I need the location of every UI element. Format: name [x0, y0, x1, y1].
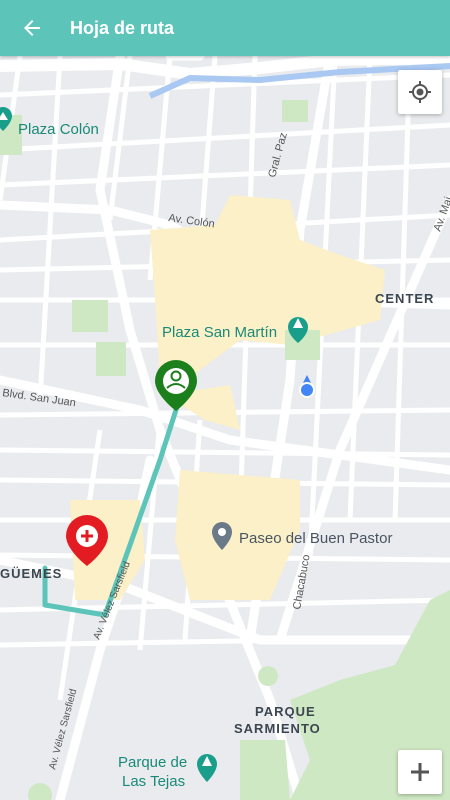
arrow-left-icon	[24, 20, 40, 36]
label-plaza-colon: Plaza Colón	[18, 121, 99, 138]
app-bar: Hoja de ruta	[0, 0, 450, 56]
label-area-center: CENTER	[375, 291, 434, 306]
plus-icon	[411, 763, 429, 781]
label-parque-las-tejas-2: Las Tejas	[122, 773, 185, 790]
label-area-parque-sarmiento-2: SARMIENTO	[234, 721, 321, 736]
label-area-parque-sarmiento-1: PARQUE	[255, 704, 316, 719]
label-parque-las-tejas-1: Parque de	[118, 754, 187, 771]
label-paseo-buen-pastor: Paseo del Buen Pastor	[239, 530, 392, 547]
map-view[interactable]: Plaza Colón Plaza San Martín Paseo del B…	[0, 56, 450, 800]
back-button[interactable]	[0, 0, 64, 56]
my-location-icon	[409, 81, 431, 103]
label-area-guemes: GÜEMES	[0, 566, 62, 581]
label-plaza-san-martin: Plaza San Martín	[162, 324, 277, 341]
my-location-button[interactable]	[398, 70, 442, 114]
page-title: Hoja de ruta	[70, 17, 175, 38]
zoom-in-button[interactable]	[398, 750, 442, 794]
